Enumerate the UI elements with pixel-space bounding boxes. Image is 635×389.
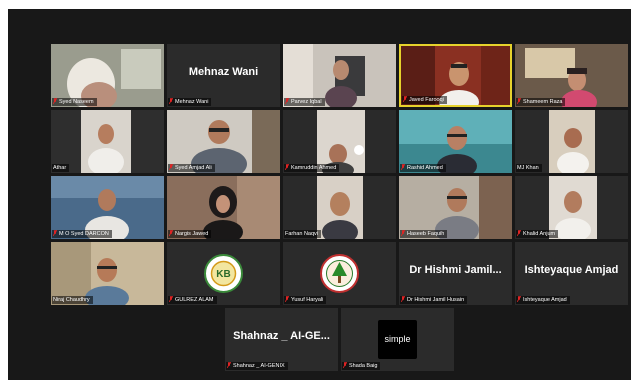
participant-name-label: Farhan Naqvi <box>284 230 322 238</box>
participant-name-label: Shahnaz _ AI-GENIX <box>226 362 288 370</box>
participant-name-label: Khalid Anjum <box>516 230 559 238</box>
participant-tile-gulrez-alam[interactable]: KB GULREZ ALAM <box>167 242 280 305</box>
participant-tile-khalid-anjum[interactable]: Khalid Anjum <box>515 176 628 239</box>
participant-tile-shameem-raza[interactable]: Shameem Raza <box>515 44 628 107</box>
participant-name-label: M O Syed DARCON <box>52 230 112 238</box>
participant-tile-parvez-iqbal[interactable]: Parvez Iqbal <box>283 44 396 107</box>
participant-tile-syed-naseem[interactable]: Syed Naseem <box>51 44 164 107</box>
participant-name-label: Haseeb Faquih <box>400 230 448 238</box>
participant-tile-syed-amjad-ali[interactable]: Syed Amjad Ali <box>167 110 280 173</box>
svg-text:KB: KB <box>216 269 230 280</box>
muted-mic-icon <box>342 362 348 369</box>
participant-display-name: Shahnaz _ AI-GE... <box>233 330 330 342</box>
participant-tile-haseeb-faquih[interactable]: Haseeb Faquih <box>399 176 512 239</box>
muted-mic-icon <box>516 98 522 105</box>
tree-emblem-logo <box>320 254 359 293</box>
participant-name-label: Syed Amjad Ali <box>168 164 215 172</box>
muted-mic-icon <box>284 296 290 303</box>
participant-tile-shahnaz-ai-genix[interactable]: Shahnaz _ AI-GE... Shahnaz _ AI-GENIX <box>225 308 338 371</box>
muted-mic-icon <box>168 230 174 237</box>
participant-name-label: Parvez Iqbal <box>284 98 325 106</box>
participant-tile-mj-khan[interactable]: MJ Khan <box>515 110 628 173</box>
participant-tile-rashid-ahmed[interactable]: Rashid Ahmed <box>399 110 512 173</box>
participant-display-name: Ishteyaque Amjad <box>524 264 619 276</box>
muted-mic-icon <box>226 362 232 369</box>
muted-mic-icon <box>284 164 290 171</box>
participant-name-label: Ishteyaque Amjad <box>516 296 570 304</box>
kb-circle-logo: KB <box>204 254 243 293</box>
gallery-view: Syed Naseem Mehnaz Wani Mehnaz Wani Parv… <box>8 9 631 380</box>
participant-tile-niraj-chaudhry[interactable]: Niraj Chaudhry <box>51 242 164 305</box>
participant-tile-farhan-naqvi[interactable]: Farhan Naqvi <box>283 176 396 239</box>
participant-tile-m-o-syed-darcon[interactable]: M O Syed DARCON <box>51 176 164 239</box>
participant-name-label: MJ Khan <box>516 164 542 172</box>
participant-tile-dr-hishmi-jamil-husain[interactable]: Dr Hishmi Jamil... Dr Hishmi Jamil Husai… <box>399 242 512 305</box>
muted-mic-icon <box>52 98 58 105</box>
participant-tile-ishteyaque-amjad[interactable]: Ishteyaque Amjad Ishteyaque Amjad <box>515 242 628 305</box>
muted-mic-icon <box>52 230 58 237</box>
simple-logo: simple <box>378 320 417 359</box>
participant-name-label: Dr Hishmi Jamil Husain <box>400 296 468 304</box>
participant-tile-yusuf-haryali[interactable]: Yusuf Haryali <box>283 242 396 305</box>
muted-mic-icon <box>402 96 408 103</box>
muted-mic-icon <box>168 164 174 171</box>
muted-mic-icon <box>400 230 406 237</box>
participant-name-label: Mehnaz Wani <box>168 98 212 106</box>
participant-display-name: Dr Hishmi Jamil... <box>409 264 502 276</box>
muted-mic-icon <box>400 164 406 171</box>
participant-tile-mehnaz-wani[interactable]: Mehnaz Wani Mehnaz Wani <box>167 44 280 107</box>
muted-mic-icon <box>516 296 522 303</box>
muted-mic-icon <box>168 98 174 105</box>
muted-mic-icon <box>400 296 406 303</box>
participant-display-name: Mehnaz Wani <box>188 66 259 78</box>
muted-mic-icon <box>284 98 290 105</box>
participant-name-label: Shada Baig <box>342 362 381 370</box>
participant-name-label: Athar <box>52 164 70 172</box>
participant-name-label: Rashid Ahmed <box>400 164 446 172</box>
participant-name-label: Kamruddin Ahmed <box>284 164 340 172</box>
muted-mic-icon <box>516 230 522 237</box>
participant-tile-nargis-jawed[interactable]: Nargis Jawed <box>167 176 280 239</box>
participant-name-label: Javed Farooqi <box>402 96 447 104</box>
participant-name-label: Niraj Chaudhry <box>52 296 93 304</box>
participant-name-label: Nargis Jawed <box>168 230 212 238</box>
participant-tile-javed-farooqi[interactable]: Javed Farooqi <box>399 44 512 107</box>
participant-name-label: Shameem Raza <box>516 98 566 106</box>
participant-name-label: Yusuf Haryali <box>284 296 327 304</box>
participant-tile-shada-baig[interactable]: simple Shada Baig <box>341 308 454 371</box>
muted-mic-icon <box>168 296 174 303</box>
participant-name-label: Syed Naseem <box>52 98 97 106</box>
participant-name-label: GULREZ ALAM <box>168 296 217 304</box>
participant-tile-athar[interactable]: Athar <box>51 110 164 173</box>
participant-tile-kamruddin-ahmed[interactable]: Kamruddin Ahmed <box>283 110 396 173</box>
